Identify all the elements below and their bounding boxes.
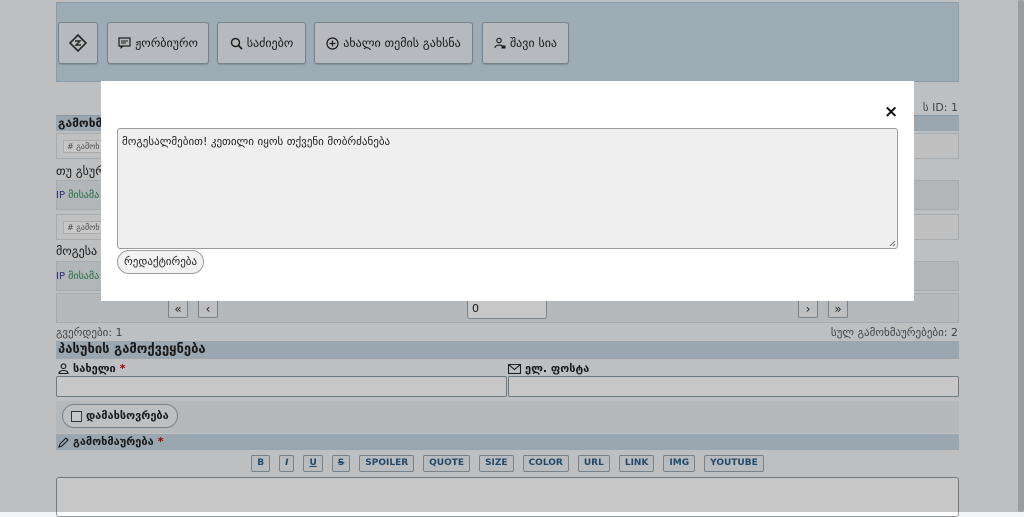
resize-handle-icon[interactable] xyxy=(889,240,896,247)
modal-textarea-text: მოგესალმებით! კეთილი იყოს თქვენი მობრძან… xyxy=(122,135,391,148)
edit-modal: × მოგესალმებით! კეთილი იყოს თქვენი მობრძ… xyxy=(101,81,914,301)
close-icon[interactable]: × xyxy=(884,103,898,121)
edit-button[interactable]: რედაქტირება xyxy=(117,250,205,274)
modal-textarea[interactable]: მოგესალმებით! კეთილი იყოს თქვენი მობრძან… xyxy=(117,128,898,249)
